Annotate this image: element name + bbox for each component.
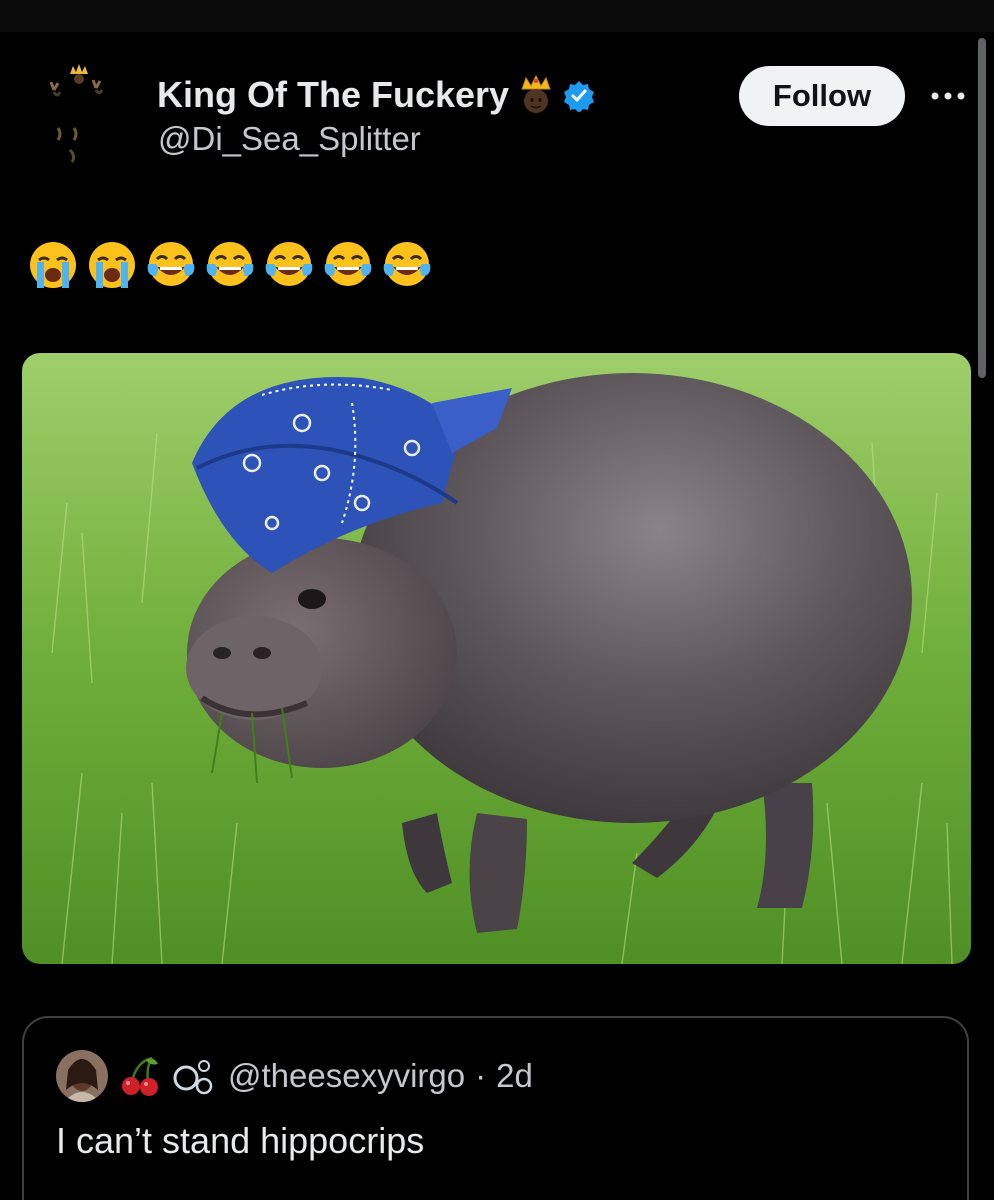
cherries-emoji-icon <box>118 1054 162 1098</box>
loudly-crying-face-icon <box>28 240 78 290</box>
quoted-tweet-card[interactable]: @theesexyvirgo · 2d I can’t stand hippoc… <box>22 1016 969 1200</box>
author-avatar[interactable] <box>40 62 124 182</box>
face-with-tears-of-joy-icon <box>323 240 373 290</box>
bubbles-emoji-icon <box>172 1054 216 1098</box>
scrollbar[interactable] <box>978 38 986 378</box>
meta-separator: · <box>475 1057 487 1094</box>
quoted-tweet-header: @theesexyvirgo · 2d <box>56 1050 533 1102</box>
more-horizontal-icon[interactable] <box>928 86 968 106</box>
tweet-media-image[interactable] <box>22 353 971 964</box>
display-name-text: King Of The Fuckery <box>157 74 510 115</box>
face-with-tears-of-joy-icon <box>205 240 255 290</box>
top-status-strip <box>0 0 994 32</box>
quoted-tweet-timestamp[interactable]: 2d <box>496 1057 533 1095</box>
verified-badge-icon <box>563 79 595 113</box>
loudly-crying-face-icon <box>87 240 137 290</box>
follow-button[interactable]: Follow <box>739 66 905 126</box>
quoted-author-avatar[interactable] <box>56 1050 108 1102</box>
face-with-tears-of-joy-icon <box>382 240 432 290</box>
crown-emoji-icon <box>517 74 555 115</box>
quoted-author-handle[interactable]: @theesexyvirgo <box>228 1057 465 1095</box>
tweet-text-emojis <box>28 240 432 290</box>
face-with-tears-of-joy-icon <box>264 240 314 290</box>
face-with-tears-of-joy-icon <box>146 240 196 290</box>
quoted-tweet-text: I can’t stand hippocrips <box>56 1120 425 1161</box>
author-display-name[interactable]: King Of The Fuckery <box>157 74 595 116</box>
author-handle[interactable]: @Di_Sea_Splitter <box>158 120 421 158</box>
